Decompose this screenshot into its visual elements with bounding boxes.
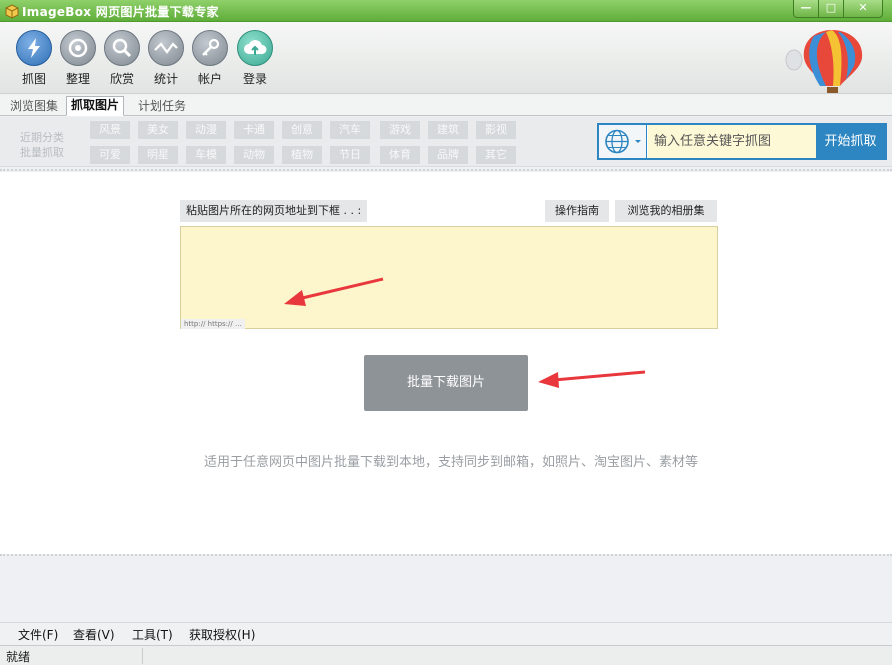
red-arrow-icon — [538, 370, 646, 388]
url-input-header: 粘贴图片所在的网页地址到下框 . . : — [180, 200, 368, 222]
feature-description: 适用于任意网页中图片批量下载到本地，支持同步到邮箱，如照片、淘宝图片、素材等 — [203, 455, 698, 470]
red-arrow-icon — [284, 277, 384, 306]
toolbar-organize-label: 整理 — [65, 72, 90, 86]
minimize-button[interactable]: — — [793, 0, 819, 18]
title-bar: ImageBox 网页图片批量下载专家 — □ ✕ — [0, 0, 892, 22]
dotted-divider — [0, 554, 892, 556]
key-icon — [192, 30, 228, 66]
url-protocol-hint: http:// https:// ... — [181, 319, 245, 329]
category-chip[interactable]: 品牌 — [428, 146, 468, 164]
keyword-search-input[interactable] — [648, 125, 816, 158]
globe-icon — [605, 129, 641, 154]
category-chip[interactable]: 动漫 — [186, 121, 226, 139]
batch-download-button[interactable]: 批量下载图片 — [364, 355, 528, 411]
maximize-button[interactable]: □ — [818, 0, 844, 18]
status-bar: 就绪 — [0, 645, 892, 665]
toolbar-view-button[interactable]: 欣赏 — [100, 30, 144, 87]
menu-file[interactable]: 文件(F) — [18, 626, 58, 643]
toolbar-view-label: 欣赏 — [109, 72, 134, 86]
category-chip[interactable]: 明星 — [138, 146, 178, 164]
status-text: 就绪 — [6, 650, 31, 664]
category-chip[interactable]: 美女 — [138, 121, 178, 139]
menu-tools[interactable]: 工具(T) — [132, 626, 173, 643]
window-title: ImageBox 网页图片批量下载专家 — [22, 5, 219, 19]
tab-capture-images[interactable]: 抓取图片 — [66, 96, 125, 116]
app-box-icon — [5, 4, 19, 19]
keyword-search-box: 开始抓取 — [597, 123, 887, 160]
menu-view[interactable]: 查看(V) — [73, 626, 115, 643]
category-chip[interactable]: 动物 — [234, 146, 274, 164]
toolbar-login-button[interactable]: 登录 — [233, 30, 277, 87]
category-chip[interactable]: 节日 — [330, 146, 370, 164]
category-chip[interactable]: 建筑 — [428, 121, 468, 139]
category-chip[interactable]: 植物 — [282, 146, 322, 164]
category-chip[interactable]: 车模 — [186, 146, 226, 164]
recent-categories-label: 近期分类 — [20, 131, 64, 144]
toolbar-account-label: 帐户 — [197, 72, 222, 86]
start-capture-button[interactable]: 开始抓取 — [816, 125, 885, 158]
toolbar-capture-button[interactable]: 抓图 — [12, 30, 56, 87]
category-chip[interactable]: 游戏 — [380, 121, 420, 139]
menu-bar: 文件(F) 查看(V) 工具(T) 获取授权(H) — [0, 622, 892, 644]
toolbar-stats-label: 统计 — [153, 72, 178, 86]
category-chip[interactable]: 可爱 — [90, 146, 130, 164]
category-chip[interactable]: 其它 — [476, 146, 516, 164]
status-separator — [142, 648, 143, 664]
category-chip[interactable]: 汽车 — [330, 121, 370, 139]
browse-album-button[interactable]: 浏览我的相册集 — [615, 200, 717, 222]
toolbar-capture-label: 抓图 — [21, 72, 46, 86]
guide-button[interactable]: 操作指南 — [545, 200, 609, 222]
dotted-divider — [0, 169, 892, 171]
eye-icon — [60, 30, 96, 66]
category-chip[interactable]: 卡通 — [234, 121, 274, 139]
search-engine-dropdown[interactable] — [599, 125, 647, 158]
toolbar-organize-button[interactable]: 整理 — [56, 30, 100, 87]
url-textarea[interactable] — [180, 226, 718, 329]
category-chip[interactable]: 风景 — [90, 121, 130, 139]
menu-license[interactable]: 获取授权(H) — [189, 626, 255, 643]
close-button[interactable]: ✕ — [843, 0, 883, 18]
tab-browse-albums[interactable]: 浏览图集 — [6, 98, 62, 116]
toolbar-login-label: 登录 — [242, 72, 267, 86]
tab-scheduled-tasks[interactable]: 计划任务 — [134, 98, 190, 116]
hot-air-balloon-icon — [785, 30, 863, 93]
category-chip[interactable]: 影视 — [476, 121, 516, 139]
lightning-icon — [16, 30, 52, 66]
cloud-upload-icon — [237, 30, 273, 66]
chart-line-icon — [148, 30, 184, 66]
tab-bar: 浏览图集 抓取图片 计划任务 — [0, 95, 892, 116]
batch-capture-label: 批量抓取 — [20, 146, 64, 159]
toolbar-account-button[interactable]: 帐户 — [188, 30, 232, 87]
main-toolbar: 抓图 整理 欣赏 统计 帐户 登录 — [0, 22, 892, 94]
category-chip[interactable]: 创意 — [282, 121, 322, 139]
category-chip[interactable]: 体育 — [380, 146, 420, 164]
magnifier-icon — [104, 30, 140, 66]
toolbar-stats-button[interactable]: 统计 — [144, 30, 188, 87]
